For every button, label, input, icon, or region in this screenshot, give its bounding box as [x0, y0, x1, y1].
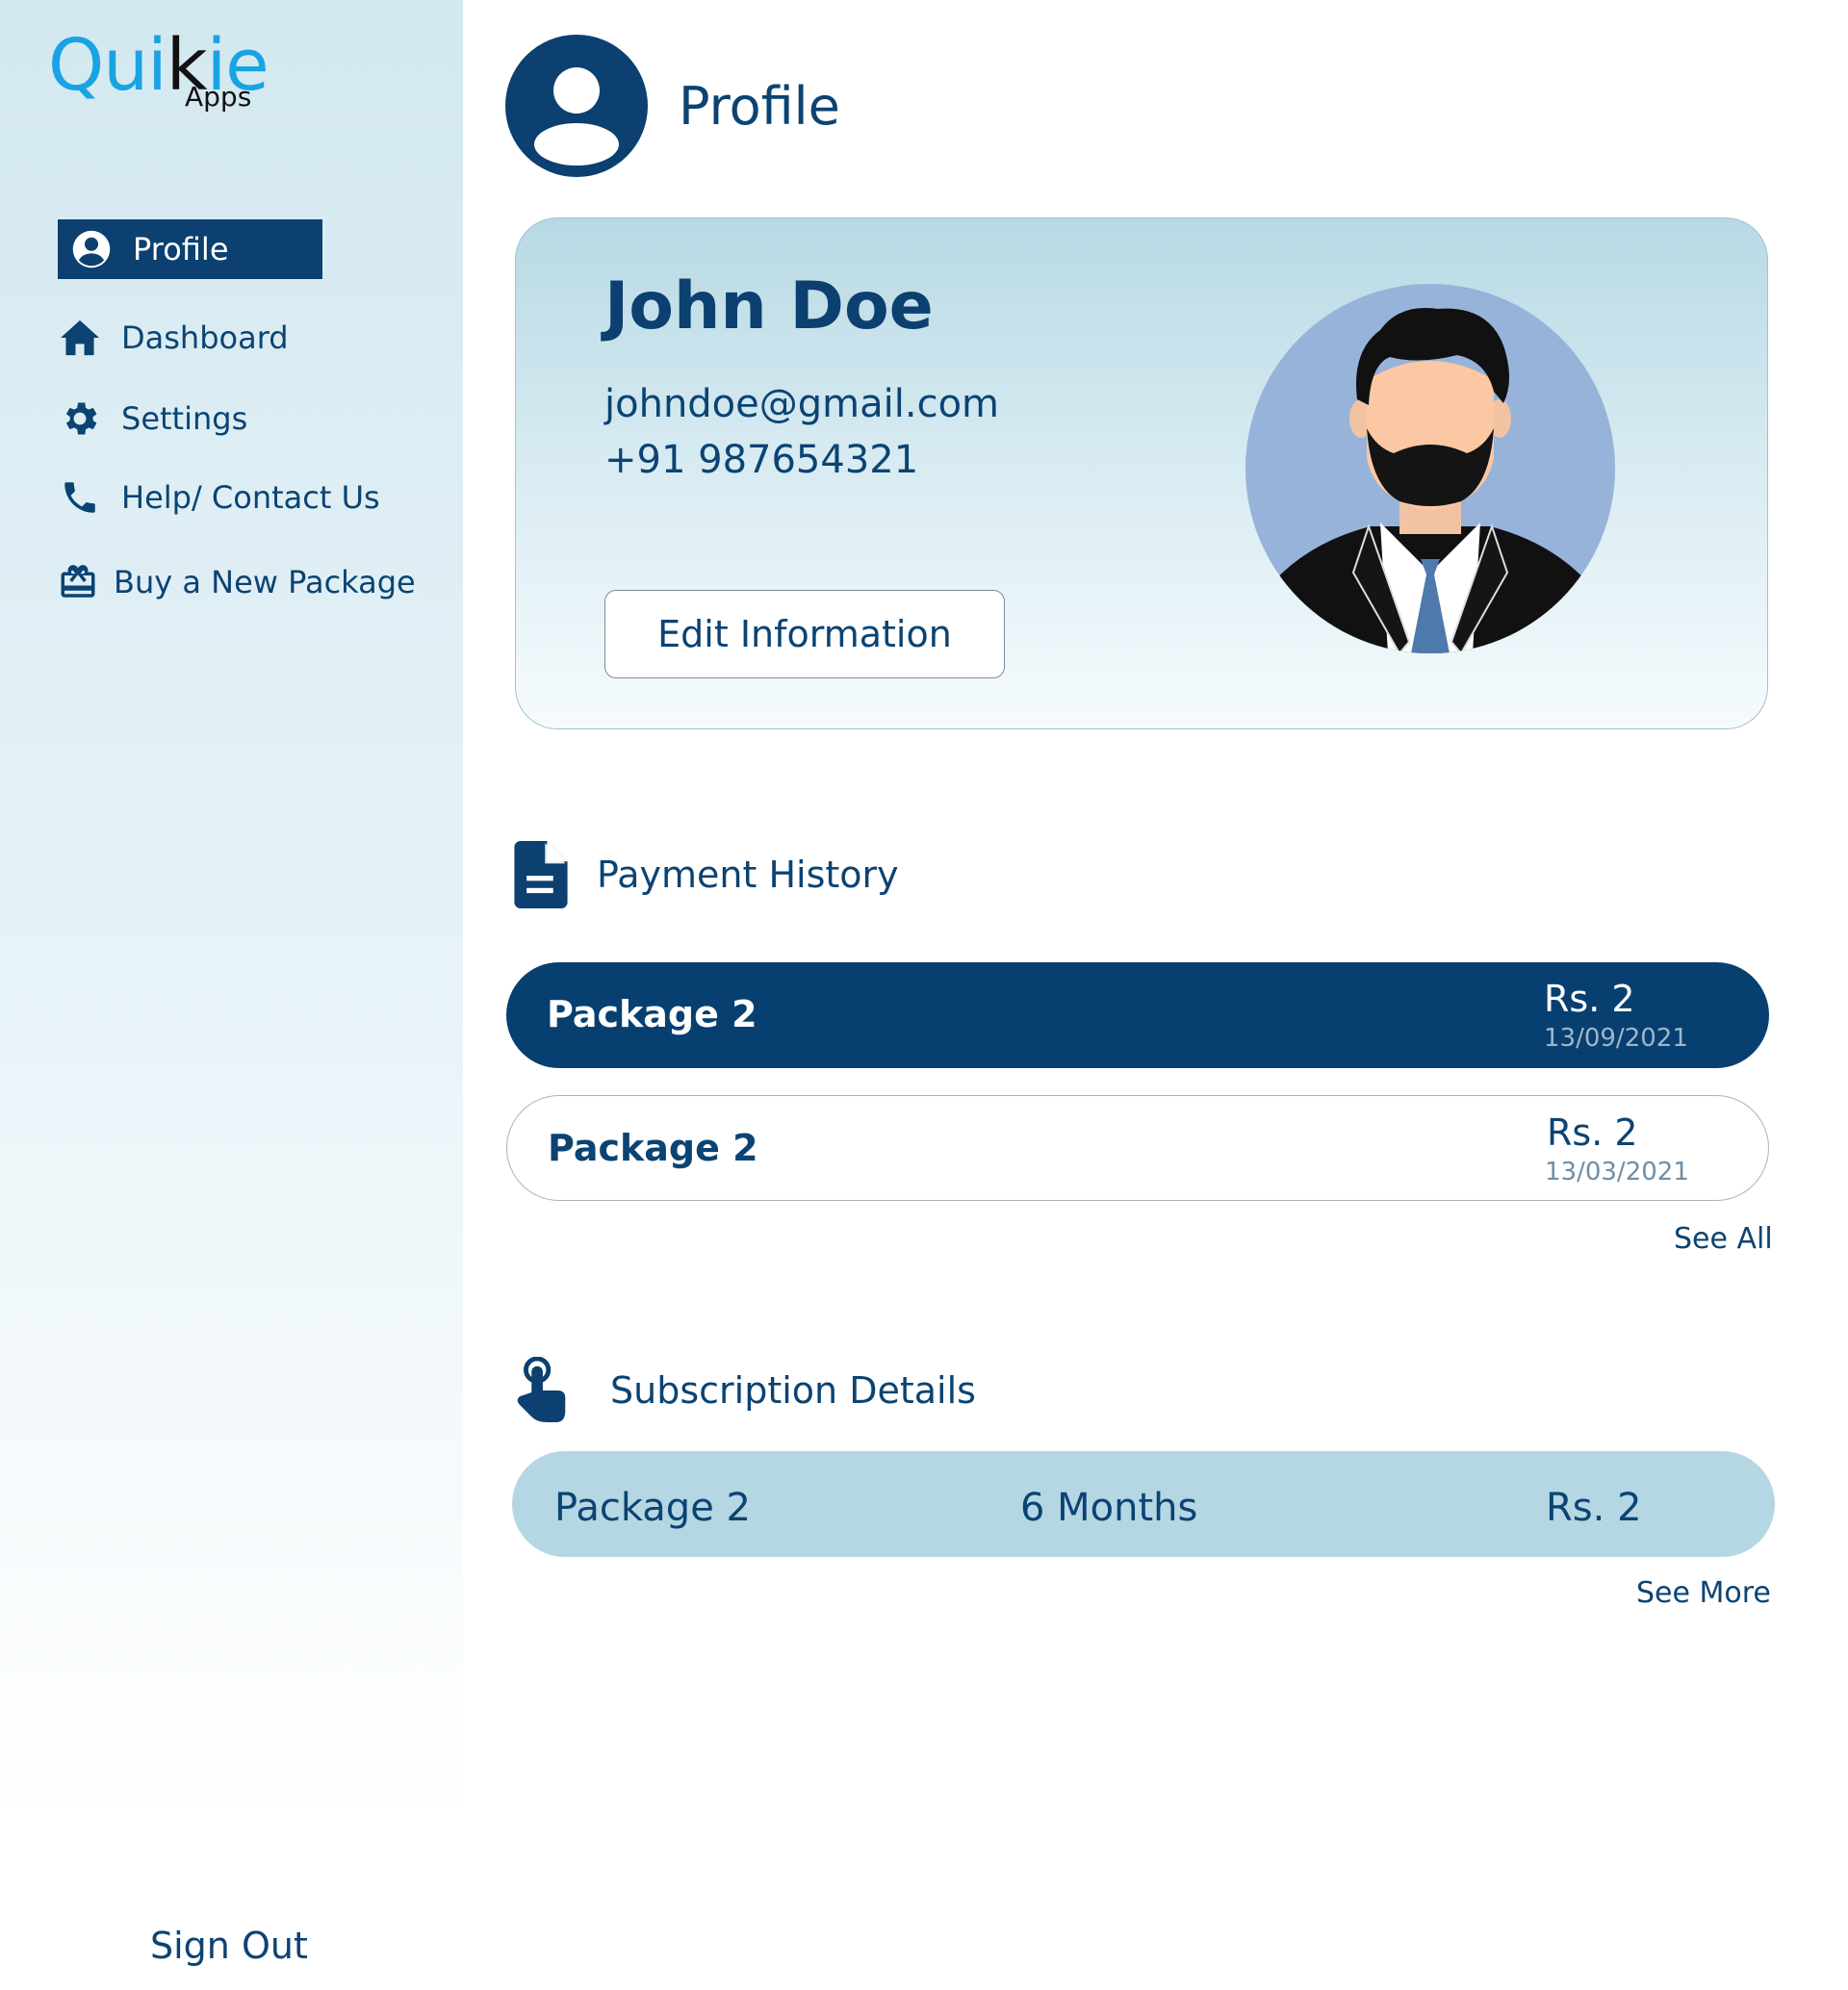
avatar — [1245, 284, 1615, 653]
payment-date: 13/09/2021 — [1544, 1024, 1688, 1053]
subscription-amount: Rs. 2 — [1546, 1486, 1642, 1530]
payment-package: Package 2 — [548, 1127, 758, 1169]
sidebar-item-settings[interactable]: Settings — [58, 396, 247, 441]
sidebar-item-profile[interactable]: Profile — [58, 219, 322, 279]
see-more-link[interactable]: See More — [1636, 1576, 1771, 1610]
payment-history-header: Payment History — [512, 841, 899, 908]
sidebar-item-help-contact[interactable]: Help/ Contact Us — [58, 475, 380, 520]
sidebar-item-label: Help/ Contact Us — [121, 479, 380, 516]
subscription-details-header: Subscription Details — [512, 1357, 976, 1424]
sidebar-item-dashboard[interactable]: Dashboard — [58, 316, 289, 360]
user-name: John Doe — [604, 268, 934, 344]
phone-icon — [58, 475, 102, 520]
payment-row[interactable]: Package 2 Rs. 2 13/09/2021 — [506, 962, 1769, 1068]
account-circle-icon — [505, 35, 648, 177]
document-icon — [514, 841, 568, 908]
gear-icon — [58, 396, 102, 441]
sidebar-item-label: Settings — [121, 400, 248, 437]
gift-card-icon — [56, 560, 100, 604]
subscription-package: Package 2 — [554, 1486, 751, 1530]
user-email: johndoe@gmail.com — [604, 382, 999, 426]
subscription-duration: 6 Months — [1020, 1486, 1198, 1530]
page-header: Profile — [505, 35, 840, 177]
payment-row[interactable]: Package 2 Rs. 2 13/03/2021 — [506, 1095, 1769, 1201]
section-title: Payment History — [597, 854, 899, 896]
sidebar-item-label: Buy a New Package — [114, 564, 416, 600]
sign-out-link[interactable]: Sign Out — [150, 1925, 308, 1967]
section-title: Subscription Details — [610, 1369, 976, 1412]
profile-card: John Doe johndoe@gmail.com +91 987654321… — [515, 217, 1768, 729]
account-circle-icon — [69, 227, 114, 271]
sidebar-item-buy-package[interactable]: Buy a New Package — [56, 560, 416, 604]
edit-information-button[interactable]: Edit Information — [604, 590, 1005, 678]
user-phone: +91 987654321 — [604, 438, 919, 482]
payment-amount: Rs. 2 — [1544, 978, 1635, 1020]
see-all-link[interactable]: See All — [1674, 1222, 1773, 1256]
app-logo[interactable]: Quikie Apps — [48, 27, 270, 123]
page-title: Profile — [679, 75, 840, 137]
home-icon — [58, 316, 102, 360]
sidebar-item-label: Dashboard — [121, 319, 289, 356]
payment-amount: Rs. 2 — [1547, 1111, 1638, 1154]
tap-hand-icon — [517, 1357, 566, 1423]
payment-package: Package 2 — [547, 993, 757, 1035]
sidebar-item-label: Profile — [133, 231, 229, 268]
sidebar: Quikie Apps Profile Dashboard Settings H… — [0, 0, 463, 1990]
subscription-row[interactable]: Package 2 6 Months Rs. 2 — [512, 1451, 1775, 1557]
logo-subtext: Apps — [185, 81, 252, 113]
payment-date: 13/03/2021 — [1545, 1158, 1689, 1186]
